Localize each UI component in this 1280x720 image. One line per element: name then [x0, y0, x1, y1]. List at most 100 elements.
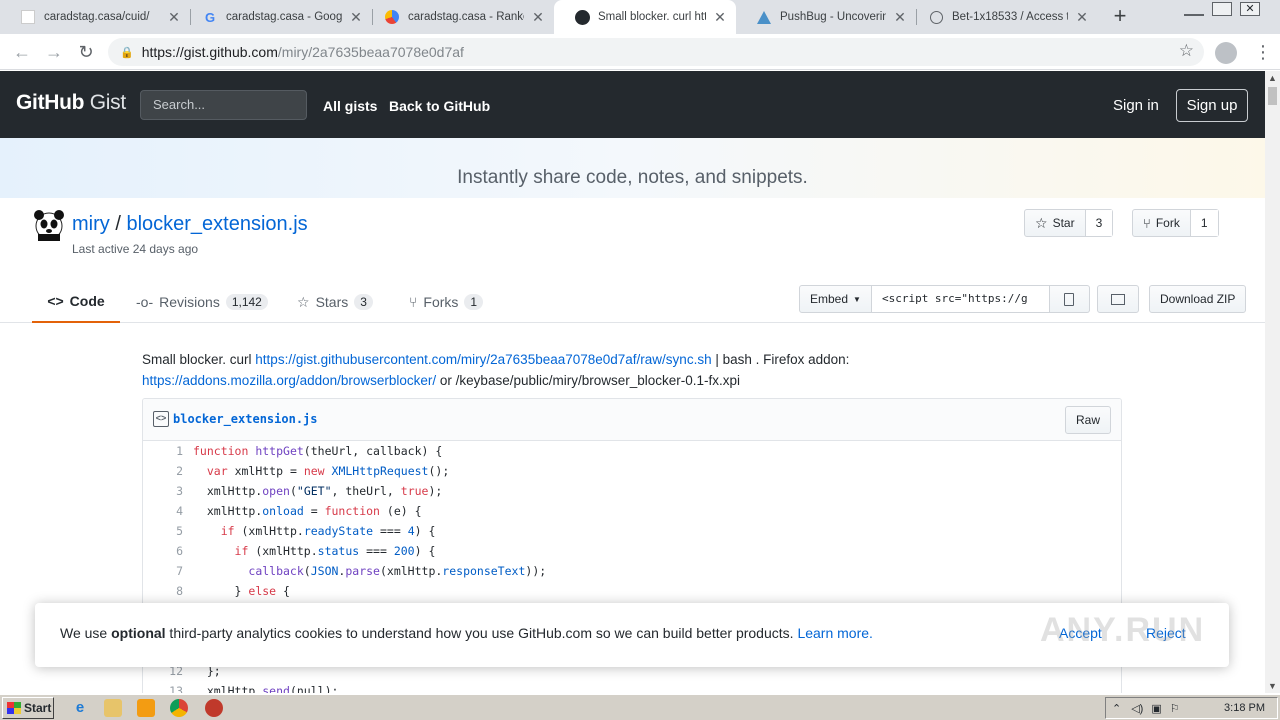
gist-title: miry / blocker_extension.js [72, 213, 308, 236]
line-number[interactable]: 7 [143, 561, 193, 581]
line-number[interactable]: 5 [143, 521, 193, 541]
code-line: 1 function httpGet(theUrl, callback) { [143, 441, 1121, 461]
volume-icon[interactable]: ◁) [1131, 702, 1143, 715]
sync-script-link[interactable]: https://gist.githubusercontent.com/miry/… [255, 352, 711, 367]
code-line: 8 } else { [143, 581, 1121, 601]
network-icon[interactable]: ▣ [1151, 702, 1161, 715]
embed-select[interactable]: Embed ▼ [799, 285, 872, 313]
close-tab-icon[interactable]: ✕ [166, 9, 182, 26]
tab-forks[interactable]: ⑂ Forks 1 [409, 281, 484, 323]
scroll-thumb[interactable] [1268, 87, 1277, 105]
restore-window-icon[interactable] [1212, 2, 1232, 16]
close-tab-icon[interactable]: ✕ [530, 9, 546, 26]
system-tray: ⌃ ◁) ▣ ⚐ 3:18 PM [1105, 697, 1278, 719]
gist-file-link[interactable]: blocker_extension.js [126, 213, 307, 235]
firefox-addon-link[interactable]: https://addons.mozilla.org/addon/browser… [142, 373, 436, 388]
close-tab-icon[interactable]: ✕ [892, 9, 908, 26]
line-number[interactable]: 4 [143, 501, 193, 521]
browser-tabstrip: caradstag.casa/cuid/ ✕ G caradstag.casa … [0, 0, 1280, 34]
fork-button[interactable]: ⑂ Fork 1 [1132, 209, 1219, 237]
gist-description: Small blocker. curl https://gist.githubu… [142, 349, 1102, 391]
alert-app-icon[interactable] [205, 699, 223, 717]
line-source: } else { [193, 584, 290, 598]
browser-tab-3[interactable]: caradstag.casa - Rankch ✕ [364, 0, 554, 34]
browser-menu-icon[interactable]: ⋮ [1254, 42, 1272, 62]
line-source: if (xmlHttp.readyState === 4) { [220, 524, 436, 538]
minimize-window-icon[interactable] [1184, 8, 1204, 16]
file-name-link[interactable]: blocker_extension.js [173, 412, 318, 426]
browser-tab-4-active[interactable]: Small blocker. curl https: ✕ [554, 0, 736, 34]
download-zip-button[interactable]: Download ZIP [1149, 285, 1247, 313]
line-number[interactable]: 3 [143, 481, 193, 501]
line-source: function httpGet(theUrl, callback) { [193, 444, 443, 458]
learn-more-link[interactable]: Learn more. [797, 625, 872, 641]
copy-clipboard-button[interactable] [1049, 285, 1090, 313]
sign-up-button[interactable]: Sign up [1176, 89, 1248, 122]
tab-stars[interactable]: ☆ Stars 3 [297, 281, 373, 323]
rank-icon [384, 9, 400, 25]
close-tab-icon[interactable]: ✕ [348, 9, 364, 26]
nav-all-gists[interactable]: All gists [323, 98, 377, 114]
star-icon: ☆ [1035, 214, 1048, 231]
code-line: 5 if (xmlHttp.readyState === 4) { [143, 521, 1121, 541]
line-number[interactable]: 13 [143, 681, 193, 693]
fork-icon: ⑂ [1143, 215, 1151, 231]
vertical-scrollbar[interactable]: ▲ ▼ [1265, 71, 1280, 693]
chrome-icon[interactable] [170, 699, 188, 717]
browser-tab-1[interactable]: caradstag.casa/cuid/ ✕ [0, 0, 190, 34]
close-tab-icon[interactable]: ✕ [712, 9, 728, 26]
tab-title: caradstag.casa/cuid/ [44, 11, 150, 23]
browser-tab-6[interactable]: Bet-1x18533 / Access to ✕ [908, 0, 1098, 34]
code-line: 13 xmlHttp.send(null); [143, 681, 1121, 693]
reload-icon[interactable]: ↻ [74, 40, 98, 64]
start-label: Start [24, 701, 52, 715]
scroll-down-icon[interactable]: ▼ [1268, 681, 1277, 691]
profile-avatar-icon[interactable] [1215, 42, 1237, 64]
tray-arrow-icon[interactable]: ⌃ [1112, 702, 1121, 715]
line-source: if (xmlHttp.status === 200) { [234, 544, 436, 558]
start-button[interactable]: Start [2, 697, 54, 719]
line-number[interactable]: 2 [143, 461, 193, 481]
anyrun-watermark: ANY.RUN [1040, 611, 1206, 649]
bookmark-star-icon[interactable]: ☆ [1179, 41, 1194, 61]
sign-in-link[interactable]: Sign in [1113, 97, 1159, 114]
line-number[interactable]: 1 [143, 441, 193, 461]
back-arrow-icon[interactable]: ← [10, 40, 34, 64]
title-separator: / [115, 213, 121, 235]
forward-arrow-icon[interactable]: → [42, 40, 66, 64]
line-number[interactable]: 6 [143, 541, 193, 561]
star-button[interactable]: ☆ Star 3 [1024, 209, 1114, 237]
raw-button[interactable]: Raw [1064, 406, 1111, 434]
code-line: 3 xmlHttp.open("GET", theUrl, true); [143, 481, 1121, 501]
browser-tab-2[interactable]: G caradstag.casa - Google ✕ [182, 0, 372, 34]
tab-revisions[interactable]: -o- Revisions 1,142 [136, 281, 268, 323]
browser-tab-5[interactable]: PushBug - Uncovering W ✕ [736, 0, 916, 34]
url-path: /miry/2a7635beaa7078e0d7af [277, 44, 464, 60]
search-input[interactable]: Search... [140, 90, 307, 120]
folder-icon[interactable] [104, 699, 122, 717]
download-zip-label: Download ZIP [1160, 292, 1236, 306]
address-bar[interactable]: 🔒 https://gist.github.com/miry/2a7635bea… [108, 38, 1204, 66]
owner-link[interactable]: miry [72, 213, 110, 235]
hero-tagline: Instantly share code, notes, and snippet… [457, 167, 808, 188]
line-number[interactable]: 8 [143, 581, 193, 601]
clock: 3:18 PM [1224, 702, 1265, 714]
embed-code-input[interactable]: <script src="https://g [871, 285, 1050, 313]
fork-icon: ⑂ [409, 294, 418, 310]
internet-explorer-icon[interactable]: e [71, 699, 89, 717]
tab-code[interactable]: <> Code [32, 281, 120, 323]
new-tab-button[interactable]: + [1110, 5, 1130, 27]
url-host: https://gist.github.com [141, 44, 278, 60]
flag-notification-icon[interactable]: ⚐ [1170, 702, 1180, 715]
github-gist-logo[interactable]: GitHub Gist [16, 91, 126, 115]
media-player-icon[interactable] [137, 699, 155, 717]
close-window-icon[interactable]: ✕ [1240, 2, 1260, 16]
browser-toolbar: ← → ↻ 🔒 https://gist.github.com/miry/2a7… [0, 34, 1280, 70]
windows-taskbar: Start e ⌃ ◁) ▣ ⚐ 3:18 PM [0, 694, 1280, 720]
scroll-up-icon[interactable]: ▲ [1268, 73, 1277, 83]
panda-avatar-icon[interactable] [34, 209, 64, 241]
gist-header: GitHub Gist Search... All gists Back to … [0, 71, 1265, 138]
close-tab-icon[interactable]: ✕ [1074, 9, 1090, 26]
nav-back-to-github[interactable]: Back to GitHub [389, 98, 490, 114]
open-desktop-button[interactable] [1097, 285, 1139, 313]
